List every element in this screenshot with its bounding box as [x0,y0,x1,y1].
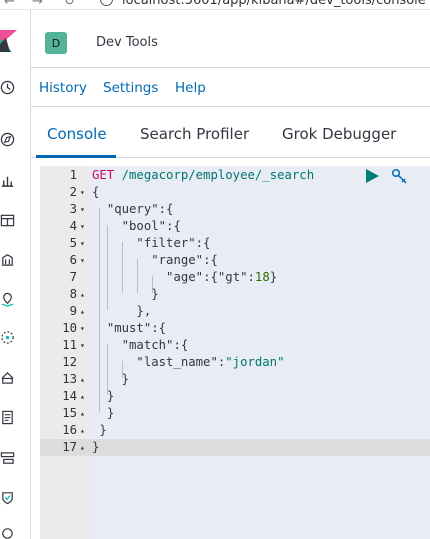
line-number: 6 [69,253,77,267]
history-link[interactable]: History [39,80,87,96]
code-text: } [99,423,107,437]
editor-line[interactable]: 14 ▴ } [40,388,430,405]
line-number: 11 [62,338,77,352]
fold-arrow-icon[interactable]: ▾ [80,201,85,218]
dev-tools-tabs: Console Search Profiler Grok Debugger [31,108,430,158]
editor-line[interactable]: 12 "last_name":"jordan" [40,354,430,371]
fold-arrow-icon[interactable]: ▾ [80,337,85,354]
code-text: } [106,389,115,403]
editor-line[interactable]: 5 ▾ "filter":{ [40,235,430,252]
line-number: 10 [62,321,77,335]
code-text: GET /megacorp/employee/_search [92,168,315,182]
tab-search-profiler[interactable]: Search Profiler [140,125,249,143]
unfold-arrow-icon[interactable]: ▴ [80,405,85,422]
help-link[interactable]: Help [175,80,206,96]
app-header: D Dev Tools [31,10,430,68]
left-nav [0,10,31,539]
compass-icon[interactable] [0,132,15,147]
editor-line[interactable]: 4 ▾ "bool":{ [40,218,430,235]
editor-line[interactable]: 13 ▴ } [40,371,430,388]
code-text: "filter":{ [136,236,211,250]
site-info-icon[interactable] [100,0,113,6]
kibana-logo-icon[interactable] [0,30,17,52]
space-avatar[interactable]: D [45,32,67,54]
line-number: 15 [62,406,77,420]
unfold-arrow-icon[interactable]: ▴ [80,422,85,439]
code-text: { [92,185,100,199]
line-number: 16 [62,423,77,437]
unfold-arrow-icon[interactable]: ▴ [80,303,85,320]
logs-icon[interactable] [0,410,15,425]
maps-icon[interactable] [0,292,15,307]
page-title: Dev Tools [96,35,158,50]
code-text: } [106,406,115,420]
line-number: 1 [69,168,77,182]
editor-line[interactable]: 15 ▴ } [40,405,430,422]
dashboard-icon[interactable] [0,213,15,228]
tab-console[interactable]: Console [47,125,107,143]
editor-line[interactable]: 17 ▴} [40,439,430,456]
code-text: "query":{ [106,202,174,216]
infrastructure-icon[interactable] [0,370,15,385]
active-tab-indicator [36,155,116,158]
line-number: 13 [62,372,77,386]
unfold-arrow-icon[interactable]: ▴ [80,286,85,303]
send-request-icon[interactable] [364,168,380,184]
code-text: "last_name":"jordan" [136,355,285,369]
code-text: } [121,372,130,386]
clock-icon[interactable] [0,80,15,95]
code-text: "age":{"gt":18} [166,270,278,284]
editor-line[interactable]: 11 ▾ "match":{ [40,337,430,354]
ml-icon[interactable] [0,330,15,345]
code-text: "bool":{ [121,219,181,233]
editor-line[interactable]: 6 ▾ "range":{ [40,252,430,269]
line-number: 14 [62,389,77,403]
line-number: 3 [69,202,77,216]
tab-grok-debugger[interactable]: Grok Debugger [282,125,396,143]
code-text: "must":{ [106,321,167,335]
forward-arrow-icon[interactable]: → [32,0,43,9]
apm-icon[interactable] [0,451,15,466]
editor-line[interactable]: 7 "age":{"gt":18} [40,269,430,286]
back-arrow-icon[interactable]: ← [4,0,15,9]
dev-tools-icon[interactable] [0,526,15,539]
line-number: 17 [62,440,77,454]
reload-icon[interactable]: ↻ [64,0,75,9]
editor-line[interactable]: 16 ▴ } [40,422,430,439]
unfold-arrow-icon[interactable]: ▴ [80,439,85,456]
wrench-icon[interactable] [391,168,408,185]
line-number: 7 [69,270,77,284]
fold-arrow-icon[interactable]: ▾ [80,235,85,252]
fold-arrow-icon[interactable]: ▾ [80,184,85,201]
settings-link[interactable]: Settings [103,80,158,96]
canvas-icon[interactable] [0,252,15,267]
line-number: 8 [69,287,77,301]
visualize-icon[interactable] [0,173,15,188]
code-text: }, [136,304,152,318]
line-number: 12 [62,355,77,369]
browser-toolbar: ← → ↻ localhost:5601/app/kibana#/dev_too… [0,0,430,10]
uptime-icon[interactable] [0,490,15,505]
top-menu: History Settings Help [31,69,430,107]
line-number: 4 [69,219,77,233]
line-number: 2 [69,185,77,199]
code-text: "range":{ [151,253,218,267]
code-text: } [151,287,159,301]
code-text: } [92,440,100,454]
fold-arrow-icon[interactable]: ▾ [80,252,85,269]
code-text: "match":{ [121,338,189,352]
unfold-arrow-icon[interactable]: ▴ [80,371,85,388]
line-number: 5 [69,236,77,250]
editor-line[interactable]: 10 ▾ "must":{ [40,320,430,337]
editor-line[interactable]: 9 ▴ }, [40,303,430,320]
address-bar[interactable]: localhost:5601/app/kibana#/dev_tools/con… [122,0,426,8]
fold-arrow-icon[interactable]: ▾ [80,320,85,337]
editor-line[interactable]: 3 ▾ "query":{ [40,201,430,218]
editor-line[interactable]: 8 ▴ } [40,286,430,303]
fold-arrow-icon[interactable]: ▾ [80,218,85,235]
unfold-arrow-icon[interactable]: ▴ [80,388,85,405]
line-number: 9 [69,304,77,318]
editor-line[interactable]: 2 ▾ { [40,184,430,201]
